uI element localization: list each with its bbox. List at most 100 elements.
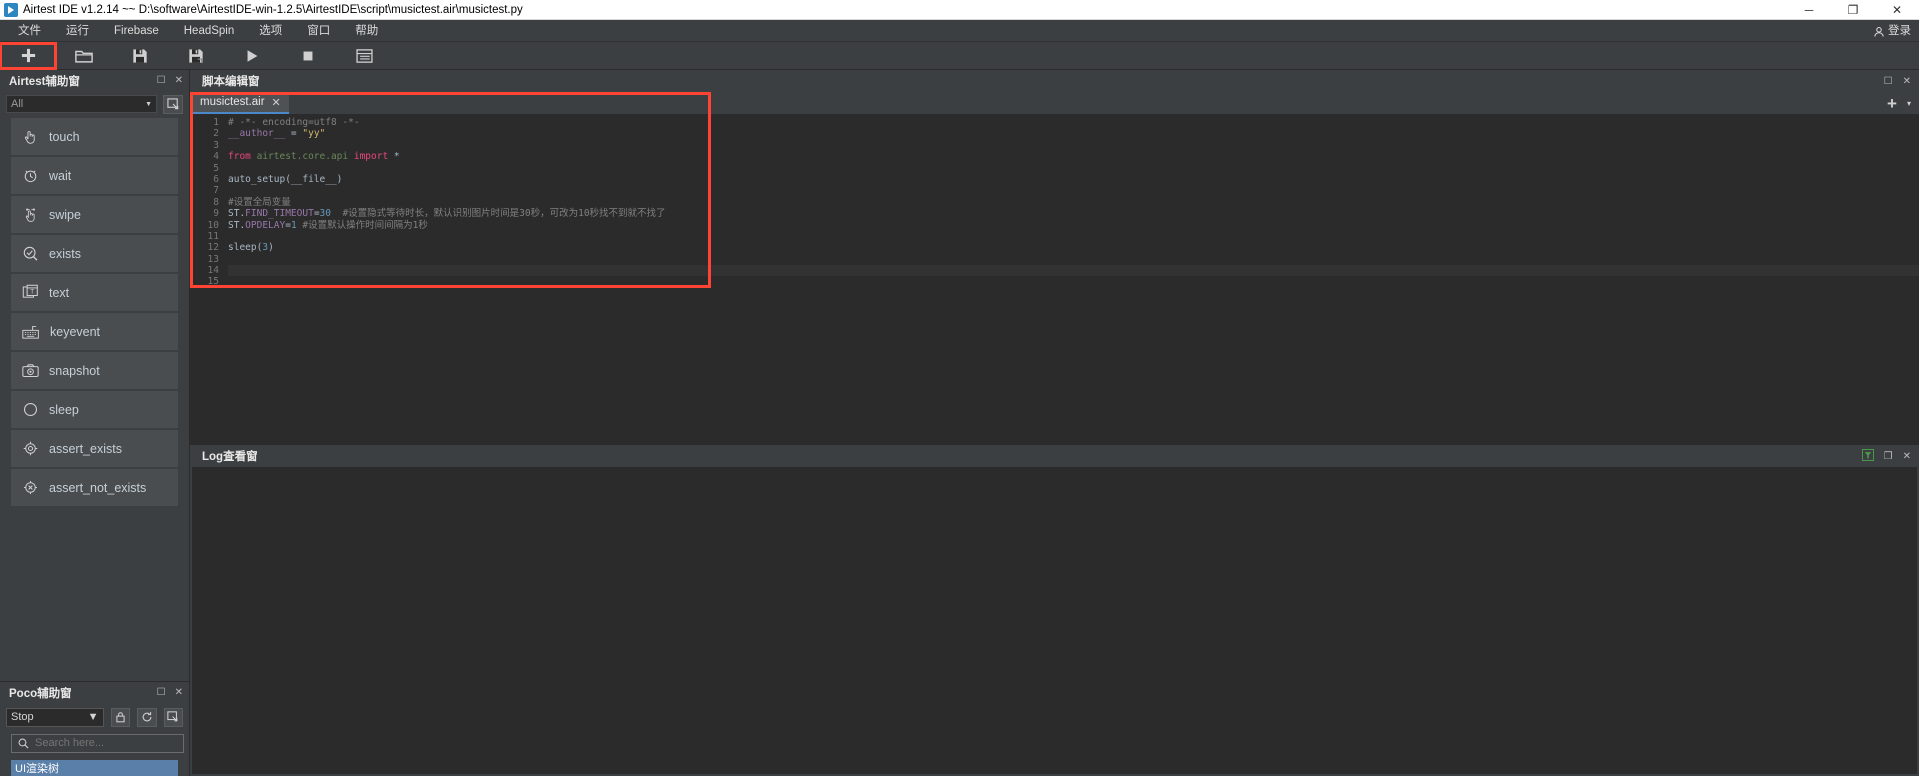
user-icon	[1874, 26, 1884, 37]
airtest-item-touch[interactable]: touch	[11, 118, 178, 155]
log-filter-button[interactable]	[1861, 448, 1874, 464]
app-logo-icon	[4, 2, 18, 17]
code-line[interactable]: ST.OPDELAY=1 #设置默认操作时间间隔为1秒	[228, 220, 1919, 231]
airtest-item-assert-not-exists[interactable]: assert_not_exists	[11, 469, 178, 506]
poco-lock-button[interactable]	[110, 707, 130, 727]
open-script-button[interactable]	[56, 43, 112, 69]
airtest-item-text[interactable]: T text	[11, 274, 178, 311]
poco-panel-close-button[interactable]: ✕	[175, 688, 183, 698]
menu-file[interactable]: 文件	[11, 20, 48, 42]
code-line[interactable]	[228, 276, 1919, 287]
moon-icon	[23, 402, 38, 417]
save-as-script-button[interactable]	[168, 43, 224, 69]
poco-mode-value: Stop	[11, 711, 34, 723]
line-number: 3	[213, 139, 219, 151]
view-report-button[interactable]	[336, 43, 392, 69]
code-token: import	[353, 151, 394, 163]
code-token: *	[393, 151, 400, 163]
poco-mode-select[interactable]: Stop ▼	[6, 707, 104, 727]
code-line[interactable]: __author__ = "yy"	[228, 128, 1919, 139]
poco-search-box[interactable]	[11, 733, 184, 753]
line-number: 15	[207, 276, 219, 288]
menu-help[interactable]: 帮助	[348, 20, 385, 42]
airtest-item-label: text	[49, 285, 70, 300]
log-panel-close-button[interactable]: ✕	[1903, 451, 1911, 462]
code-line[interactable]	[228, 185, 1919, 196]
airtest-filter-select[interactable]: All ▼	[6, 95, 157, 113]
search-icon	[18, 738, 29, 748]
menu-headspin[interactable]: HeadSpin	[177, 20, 242, 42]
add-tab-button[interactable]: +	[1887, 95, 1897, 112]
new-script-button[interactable]	[0, 41, 57, 70]
refresh-icon	[142, 712, 152, 722]
airtest-screen-capture-button[interactable]	[163, 94, 183, 114]
airtest-panel-float-button[interactable]: ☐	[157, 76, 166, 86]
stop-script-button[interactable]	[280, 43, 336, 69]
minimize-button[interactable]: ─	[1787, 0, 1831, 20]
code-content[interactable]: # -*- encoding=utf8 -*- __author__ = "yy"…	[224, 114, 1919, 445]
line-number: 5	[213, 162, 219, 174]
code-line[interactable]	[228, 254, 1919, 265]
target-x-icon	[24, 481, 37, 494]
camera-icon	[22, 364, 39, 377]
airtest-item-label: keyevent	[50, 324, 101, 339]
menu-firebase[interactable]: Firebase	[107, 20, 166, 42]
airtest-item-exists[interactable]: exists	[11, 235, 178, 272]
code-token: airtest.core.api	[256, 151, 354, 163]
save-script-button[interactable]	[112, 43, 168, 69]
airtest-item-sleep[interactable]: sleep	[11, 391, 178, 428]
poco-ui-tree-tab[interactable]: UI渲染树	[11, 760, 178, 776]
code-token: FIND_TIMEOUT	[245, 208, 314, 220]
script-editor-header: 脚本编辑窗 ☐ ✕	[190, 70, 1919, 92]
save-as-icon	[189, 48, 203, 63]
run-script-button[interactable]	[224, 43, 280, 69]
airtest-item-keyevent[interactable]: keyevent	[11, 313, 178, 350]
code-line[interactable]	[228, 231, 1919, 242]
poco-capture-button[interactable]	[163, 707, 183, 727]
chevron-down-icon[interactable]: ▾	[1907, 99, 1911, 108]
plus-icon	[21, 48, 35, 63]
window-titlebar: Airtest IDE v1.2.14 ~~ D:\software\Airte…	[0, 0, 1919, 20]
code-line[interactable]: auto_setup(__file__)	[228, 174, 1919, 185]
menu-options[interactable]: 选项	[252, 20, 289, 42]
code-line[interactable]: sleep(3)	[228, 242, 1919, 253]
close-button[interactable]: ✕	[1875, 0, 1919, 20]
airtest-item-swipe[interactable]: swipe	[11, 196, 178, 233]
login-button[interactable]: 登录	[1873, 20, 1911, 42]
script-editor-close-button[interactable]: ✕	[1903, 76, 1911, 87]
poco-refresh-button[interactable]	[137, 707, 157, 727]
folder-icon	[75, 50, 93, 63]
menu-window[interactable]: 窗口	[300, 20, 337, 42]
menu-run[interactable]: 运行	[59, 20, 96, 42]
airtest-item-snapshot[interactable]: snapshot	[11, 352, 178, 389]
airtest-item-label: assert_not_exists	[49, 480, 147, 495]
code-line[interactable]: from airtest.core.api import *	[228, 151, 1919, 162]
main-toolbar	[0, 41, 1919, 70]
log-panel-float-button[interactable]: ❐	[1884, 451, 1893, 462]
code-token: #设置隐式等待时长，默认识别图片时间是30秒，可改为10秒找不到就不找了	[331, 208, 666, 220]
editor-tab-label: musictest.air	[200, 96, 265, 108]
code-line[interactable]	[228, 140, 1919, 151]
code-token: =	[290, 128, 303, 140]
airtest-item-assert-exists[interactable]: assert_exists	[11, 430, 178, 467]
airtest-item-wait[interactable]: wait	[11, 157, 178, 194]
code-line[interactable]	[228, 163, 1919, 174]
log-content	[192, 467, 1917, 774]
main-body: Airtest辅助窗 ☐ ✕ All ▼ touch wait swipe ex…	[0, 70, 1919, 776]
poco-search-input[interactable]	[35, 737, 177, 749]
code-area[interactable]: 1 2 3 4 5 6 7 8 9 10 11 12 13 14 15 # -*- encoding=utf…	[190, 114, 1919, 445]
editor-tab-musictest[interactable]: musictest.air ✕	[190, 92, 289, 114]
screen-capture-icon	[167, 711, 178, 722]
code-line[interactable]: # -*- encoding=utf8 -*-	[228, 117, 1919, 128]
airtest-panel-close-button[interactable]: ✕	[175, 76, 183, 86]
maximize-button[interactable]: ❐	[1831, 0, 1875, 20]
chevron-down-icon: ▼	[87, 711, 99, 723]
script-editor-float-button[interactable]: ☐	[1884, 76, 1893, 87]
log-panel: Log查看窗 ❐ ✕	[190, 445, 1919, 776]
close-icon[interactable]: ✕	[272, 96, 281, 109]
code-line[interactable]	[228, 265, 1919, 277]
code-line[interactable]: ST.FIND_TIMEOUT=30 #设置隐式等待时长，默认识别图片时间是30…	[228, 208, 1919, 219]
script-editor-panel: 脚本编辑窗 ☐ ✕ musictest.air ✕ + ▾ 1 2 3 4 5 …	[190, 70, 1919, 445]
code-line[interactable]: #设置全局变量	[228, 197, 1919, 208]
poco-panel-float-button[interactable]: ☐	[157, 688, 166, 698]
